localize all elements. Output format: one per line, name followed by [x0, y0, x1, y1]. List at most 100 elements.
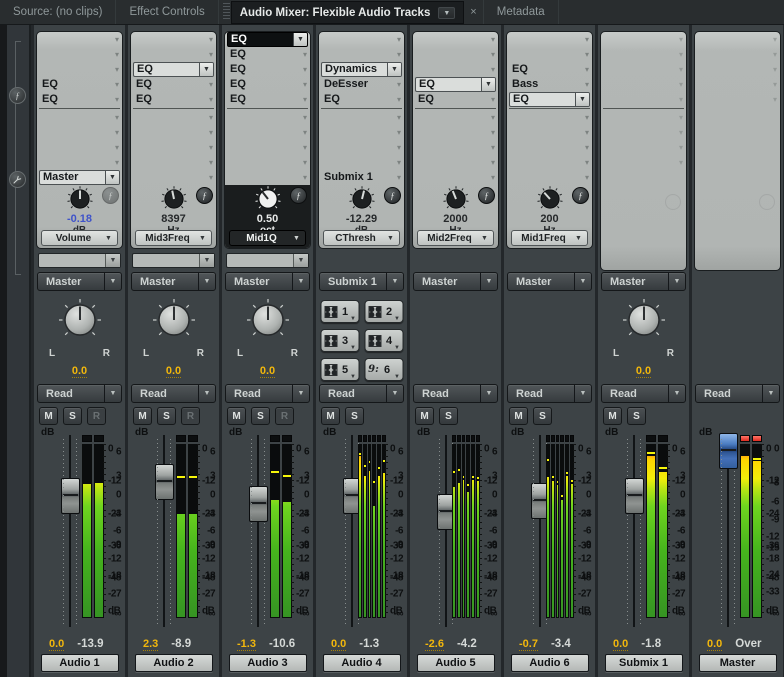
send-slot[interactable]: ▾ — [131, 140, 216, 155]
send-slot[interactable]: ▾ — [601, 140, 686, 155]
track-name-button[interactable]: Audio 6 — [510, 654, 589, 672]
mute-button[interactable]: M — [603, 407, 622, 425]
clip-indicator[interactable] — [461, 435, 466, 442]
effect-slot[interactable]: EQ ▾ — [507, 62, 592, 77]
send-slot[interactable]: ▾ — [413, 125, 498, 140]
clip-indicator[interactable] — [476, 435, 480, 442]
track-name-button[interactable]: Audio 4 — [322, 654, 401, 672]
chevron-down-icon[interactable]: ▼ — [199, 254, 214, 267]
chevron-down-icon[interactable]: ▼ — [481, 78, 495, 91]
effect-slot[interactable]: EQ ▼ — [131, 62, 216, 77]
effect-slot[interactable]: ▾ — [601, 62, 686, 77]
send-assign-select[interactable]: ▼ — [132, 253, 215, 268]
effect-slot[interactable]: Dynamics ▼ — [319, 62, 404, 77]
effect-slot[interactable]: EQ ▼ — [507, 92, 592, 107]
mute-button[interactable]: M — [133, 407, 152, 425]
fader-handle[interactable] — [625, 478, 644, 515]
parameter-select[interactable]: Mid1Q ▼ — [229, 230, 306, 246]
effect-slot[interactable]: DeEsser ▾ — [319, 77, 404, 92]
effect-slot[interactable]: ▾ — [37, 32, 122, 47]
clip-indicator[interactable] — [176, 435, 186, 442]
clip-indicator[interactable] — [456, 435, 461, 442]
send-slot[interactable]: ▾ — [601, 110, 686, 125]
send-slot[interactable]: ▾ — [413, 140, 498, 155]
channel-button-5[interactable]: 5 ▼ — [320, 358, 359, 381]
fader-handle[interactable] — [249, 486, 268, 523]
effect-slot[interactable]: ▾ — [601, 92, 686, 107]
parameter-select[interactable]: Volume ▼ — [41, 230, 118, 246]
parameter-select[interactable]: Mid1Freq ▼ — [511, 230, 588, 246]
channel-button-1[interactable]: 1 ▼ — [320, 300, 359, 323]
clip-indicator[interactable] — [466, 435, 471, 442]
send-slot[interactable]: ▾ — [601, 155, 686, 170]
effect-bypass-icon[interactable]: ƒ — [478, 187, 495, 204]
chevron-down-icon[interactable]: ▼ — [293, 254, 308, 267]
clip-indicator[interactable] — [658, 435, 668, 442]
effect-slot[interactable]: ▾ — [695, 92, 780, 107]
gain-value[interactable]: 0.0 — [331, 638, 347, 651]
effect-slot[interactable]: EQ ▾ — [225, 47, 310, 62]
effect-slot[interactable]: ▾ — [507, 32, 592, 47]
send-assign-select[interactable]: ▼ — [226, 253, 309, 268]
send-slot[interactable]: ▾ — [37, 140, 122, 155]
send-slot[interactable]: ▾ — [131, 170, 216, 185]
effect-slot[interactable]: ▾ — [37, 47, 122, 62]
parameter-value[interactable]: 200 — [507, 213, 592, 225]
pan-knob[interactable] — [57, 297, 103, 348]
output-select[interactable]: Submix 1 ▼ — [319, 272, 404, 291]
tab-effect-controls[interactable]: Effect Controls — [116, 0, 219, 24]
automation-mode-select[interactable]: Read ▼ — [695, 384, 780, 403]
clip-indicator[interactable] — [646, 435, 656, 442]
clip-indicator[interactable] — [740, 435, 750, 442]
clip-indicator[interactable] — [362, 435, 367, 442]
fader-track[interactable] — [624, 435, 644, 627]
fader-handle[interactable] — [155, 463, 174, 500]
tab-metadata[interactable]: Metadata — [484, 0, 559, 24]
effect-slot[interactable]: ▾ — [601, 47, 686, 62]
pan-value-text[interactable]: 0.0 — [165, 365, 182, 378]
chevron-down-icon[interactable]: ▼ — [387, 63, 401, 76]
fader-handle[interactable] — [61, 478, 80, 515]
clip-indicator[interactable] — [560, 435, 565, 442]
effect-slot[interactable]: EQ ▾ — [225, 77, 310, 92]
send-slot[interactable]: Submix 1 ▾ — [319, 170, 404, 185]
gain-value[interactable]: -1.3 — [237, 638, 256, 651]
clip-indicator[interactable] — [358, 435, 362, 442]
pan-knob[interactable] — [621, 297, 667, 348]
send-slot[interactable]: ▾ — [225, 155, 310, 170]
pan-value-text[interactable]: 0.0 — [259, 365, 276, 378]
clip-indicator[interactable] — [752, 435, 762, 442]
chevron-down-icon[interactable]: ▼ — [199, 63, 213, 76]
effect-bypass-icon[interactable]: ƒ — [572, 187, 589, 204]
track-name-button[interactable]: Master — [698, 654, 777, 672]
clip-indicator[interactable] — [188, 435, 198, 442]
send-slot[interactable]: ▾ — [507, 110, 592, 125]
output-select[interactable]: Master ▼ — [131, 272, 216, 291]
send-slot[interactable]: ▾ — [225, 110, 310, 125]
parameter-select[interactable]: Mid2Freq ▼ — [417, 230, 494, 246]
effect-bypass-icon[interactable]: ƒ — [196, 187, 213, 204]
sends-section-icon[interactable] — [9, 171, 26, 188]
clip-indicator[interactable] — [550, 435, 555, 442]
send-slot[interactable]: ▾ — [319, 140, 404, 155]
pan-value-text[interactable]: 0.0 — [635, 365, 652, 378]
mute-button[interactable]: M — [415, 407, 434, 425]
clip-indicator[interactable] — [570, 435, 574, 442]
effect-slot[interactable]: EQ ▾ — [37, 92, 122, 107]
clip-indicator[interactable] — [270, 435, 280, 442]
send-slot[interactable]: ▾ — [225, 125, 310, 140]
effect-slot[interactable]: EQ ▼ — [413, 77, 498, 92]
effect-slot[interactable]: EQ ▾ — [225, 62, 310, 77]
effect-slot[interactable]: ▾ — [695, 32, 780, 47]
pan-value-text[interactable]: 0.0 — [71, 365, 88, 378]
send-slot[interactable]: ▾ — [319, 155, 404, 170]
track-name-button[interactable]: Submix 1 — [604, 654, 683, 672]
channel-button-4[interactable]: 4 ▼ — [364, 329, 403, 352]
close-icon[interactable]: × — [464, 0, 484, 24]
clip-indicator[interactable] — [382, 435, 386, 442]
send-slot[interactable]: ▾ — [507, 125, 592, 140]
channel-button-6[interactable]: 9: 6 ▼ — [364, 358, 403, 381]
send-slot[interactable]: ▾ — [507, 155, 592, 170]
effect-slot[interactable]: ▾ — [695, 62, 780, 77]
track-name-button[interactable]: Audio 2 — [134, 654, 213, 672]
